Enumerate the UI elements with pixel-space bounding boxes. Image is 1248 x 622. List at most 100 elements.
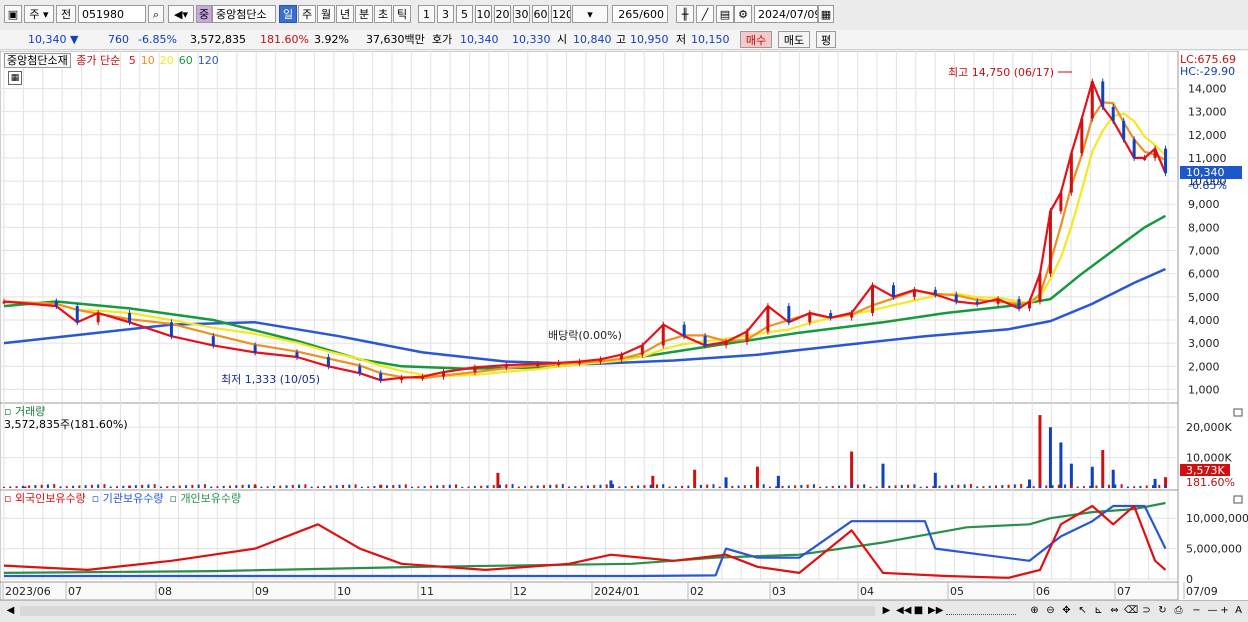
market-select[interactable]: 주 ▾ <box>24 5 54 23</box>
volume-bar <box>969 484 972 488</box>
volume-bar <box>831 486 834 488</box>
high-value: 10,950 <box>630 33 669 46</box>
buy-button[interactable]: 매수 <box>740 31 772 48</box>
candle-icon[interactable]: ╫ <box>676 5 694 23</box>
volume-bar <box>279 485 282 488</box>
candle-body <box>211 336 215 346</box>
gear-icon[interactable]: ⚙ <box>734 5 752 23</box>
crosshair-icon[interactable]: ✥ <box>1060 604 1073 618</box>
ruler-icon[interactable]: ⊾ <box>1092 604 1105 618</box>
volume-bar <box>1108 484 1111 488</box>
volume-bar <box>651 475 655 488</box>
volume-bar <box>448 484 451 488</box>
scroll-track[interactable] <box>20 606 875 616</box>
volume-bar <box>844 485 847 488</box>
prefix-button[interactable]: 전 <box>56 5 76 23</box>
interval-dropdown[interactable]: ▾ <box>572 5 608 23</box>
interval-button[interactable]: 5 <box>456 5 473 23</box>
sell-button[interactable]: 매도 <box>778 31 810 48</box>
period-button[interactable]: 틱 <box>393 5 411 23</box>
period-button[interactable]: 월 <box>317 5 335 23</box>
magnet-icon[interactable]: ⊃ <box>1140 604 1153 618</box>
chart-scrollbar[interactable]: ◀ ▶ ◀◀ ■ ▶▶ ⊕ ⊖ ✥ ↖ ⊾ ⇔ ⌫ ⊃ ↻ ⎙ − — + A <box>0 600 1248 622</box>
volume-bar <box>436 485 439 488</box>
volume-bar <box>1051 485 1054 488</box>
interval-button[interactable]: 120 <box>551 5 571 23</box>
draw-icon[interactable]: ╱ <box>696 5 714 23</box>
price-tick-label: 14,000 <box>1188 82 1227 95</box>
volume-bar <box>586 485 589 488</box>
panel-close-icon <box>1233 408 1243 417</box>
date-input[interactable]: 2024/07/09 <box>754 5 818 23</box>
scale-down-icon[interactable]: − <box>1190 604 1203 618</box>
candle-body <box>891 285 895 297</box>
eraser-icon[interactable]: ⌫ <box>1124 604 1138 618</box>
volume-bar <box>580 485 583 488</box>
fit-icon[interactable]: ⇔ <box>1108 604 1121 618</box>
calendar-icon[interactable]: ▦ <box>818 5 834 23</box>
volume-bar <box>888 485 891 488</box>
stock-name[interactable]: 중앙첨단소 <box>212 5 276 23</box>
ma-legend-item: 120 <box>197 54 219 67</box>
eval-button[interactable]: 평 <box>816 31 836 48</box>
volume-bar <box>153 484 156 488</box>
volume-legend: ▫ 거래량 3,572,835주(181.60%) <box>4 405 128 431</box>
market-label: 주 <box>29 8 40 21</box>
volume-bar <box>781 485 784 488</box>
play-icon[interactable]: ▶▶ <box>928 604 943 618</box>
refresh-icon[interactable]: ↻ <box>1156 604 1169 618</box>
layout-icon[interactable]: ▣ <box>4 5 22 23</box>
rewind-icon[interactable]: ◀◀ <box>896 604 911 618</box>
volume-bar <box>78 485 81 488</box>
interval-button[interactable]: 10 <box>475 5 492 23</box>
count-input[interactable]: 265/600 <box>612 5 668 23</box>
volume-bar <box>379 485 382 488</box>
zoom-out-icon[interactable]: ⊖ <box>1044 604 1057 618</box>
scroll-left-icon[interactable]: ◀ <box>4 604 17 618</box>
volume-bar <box>496 472 500 488</box>
volume-bar <box>768 486 771 488</box>
interval-button[interactable]: 60 <box>532 5 549 23</box>
volume-bar <box>951 485 954 488</box>
interval-button[interactable]: 3 <box>437 5 454 23</box>
volume-bar <box>272 485 275 488</box>
candle-body <box>128 313 132 323</box>
save-icon[interactable]: ▤ <box>716 5 734 23</box>
print-icon[interactable]: ⎙ <box>1172 604 1185 618</box>
chart-svg[interactable]: 14,00013,00012,00011,00010,0009,0008,000… <box>0 50 1248 601</box>
zoom-in-icon[interactable]: ⊕ <box>1028 604 1041 618</box>
volume-bar <box>693 485 696 488</box>
volume-bar <box>875 486 878 488</box>
price-tick-label: 8,000 <box>1188 221 1220 234</box>
cursor-icon[interactable]: ↖ <box>1076 604 1089 618</box>
volume-bar <box>1158 484 1161 488</box>
scroll-right-icon[interactable]: ▶ <box>880 604 893 618</box>
plus-icon[interactable]: + <box>1218 604 1231 618</box>
price-tick-label: 2,000 <box>1188 360 1220 373</box>
period-button[interactable]: 분 <box>355 5 373 23</box>
zoom-track[interactable] <box>946 608 1016 615</box>
volume-bar <box>762 484 765 488</box>
period-button[interactable]: 초 <box>374 5 392 23</box>
font-size-icon[interactable]: A <box>1232 604 1245 618</box>
volume-bar <box>210 486 213 488</box>
holding-legend: ▫ 외국인보유수량 ▫ 기관보유수량 ▫ 개인보유수량 <box>4 492 247 505</box>
volume-bar <box>203 484 206 488</box>
volume-bar <box>354 484 357 488</box>
interval-button[interactable]: 20 <box>494 5 511 23</box>
interval-button[interactable]: 1 <box>418 5 435 23</box>
candle-body <box>724 341 728 346</box>
period-button[interactable]: 일 <box>279 5 297 23</box>
volume-bar <box>599 484 602 488</box>
stock-code-input[interactable]: 051980 <box>78 5 146 23</box>
stop-icon[interactable]: ■ <box>912 604 925 618</box>
volume-bar <box>925 486 928 488</box>
interval-button[interactable]: 30 <box>513 5 530 23</box>
speaker-icon[interactable]: ◀▾ <box>168 5 194 23</box>
legend-stock-name[interactable]: 중앙첨단소재 <box>4 53 71 68</box>
search-icon[interactable]: ⌕ <box>148 5 164 23</box>
volume-tick-label: 10,000K <box>1186 452 1232 465</box>
period-button[interactable]: 주 <box>298 5 316 23</box>
period-button[interactable]: 년 <box>336 5 354 23</box>
table-icon[interactable]: ▦ <box>8 71 22 85</box>
